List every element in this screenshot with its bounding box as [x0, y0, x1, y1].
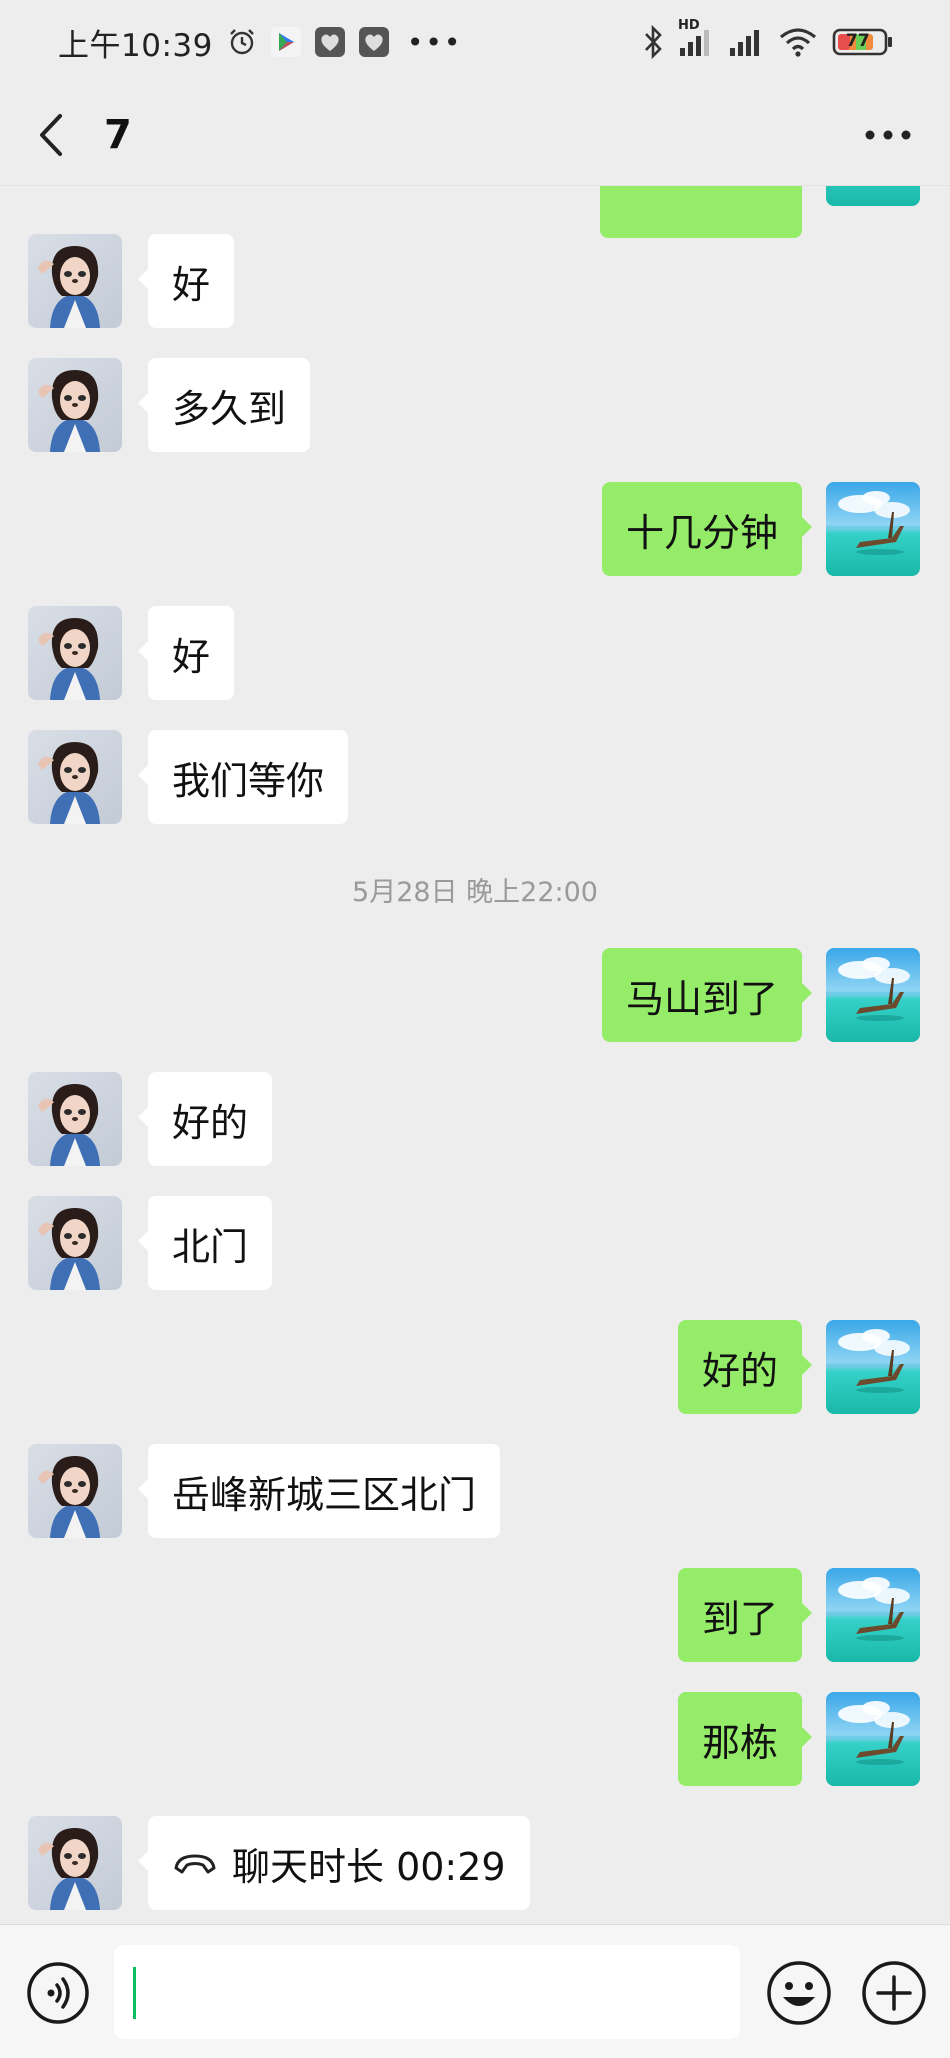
battery-icon: 77 — [832, 27, 894, 57]
message-row: 到了 — [0, 1568, 950, 1664]
wifi-icon — [778, 26, 818, 58]
message-bubble[interactable]: 我们等你 — [137, 730, 349, 824]
message-row: 好的 — [0, 1320, 950, 1416]
more-options-button[interactable] — [860, 115, 916, 155]
message-list[interactable]: 好 多久到 十几分钟 好 我们等你 5月28日 晚上22:00 马山到了 好的 — [0, 186, 950, 1924]
avatar-contact[interactable] — [28, 1816, 122, 1910]
avatar-contact[interactable] — [28, 234, 122, 328]
status-bar: 上午10:39 ••• HD 77 — [0, 0, 950, 84]
message-timestamp: 5月28日 晚上22:00 — [352, 877, 598, 908]
emoji-icon — [767, 1961, 831, 2025]
message-bubble[interactable]: 好 — [137, 606, 235, 700]
voice-icon — [27, 1962, 89, 2024]
avatar-self[interactable] — [826, 948, 920, 1042]
chat-screen: 上午10:39 ••• HD 77 7 好 多久到 十几分钟 好 我们等你 5月… — [0, 0, 950, 2058]
text-cursor — [133, 1967, 136, 2019]
message-row: 好 — [0, 234, 950, 330]
more-horizontal-icon — [865, 130, 911, 139]
battery-level: 77 — [846, 31, 870, 51]
message-row: 好的 — [0, 1072, 950, 1168]
avatar-contact[interactable] — [28, 730, 122, 824]
partial-message-bubble — [600, 186, 802, 238]
app-notification-icon — [314, 27, 345, 57]
message-bubble[interactable]: 好的 — [137, 1072, 273, 1166]
bluetooth-icon — [642, 25, 664, 59]
avatar-self[interactable] — [826, 1320, 920, 1414]
input-bar — [0, 1924, 950, 2058]
message-bubble[interactable]: 多久到 — [137, 358, 311, 452]
avatar-contact[interactable] — [28, 1072, 122, 1166]
chat-title: 7 — [104, 111, 132, 158]
avatar-contact[interactable] — [28, 1196, 122, 1290]
signal-icon — [728, 26, 764, 58]
avatar-contact[interactable] — [28, 358, 122, 452]
more-functions-button[interactable] — [860, 1959, 928, 2027]
message-bubble[interactable]: 马山到了 — [601, 948, 813, 1042]
message-bubble[interactable]: 那栋 — [677, 1692, 813, 1786]
chat-header: 7 — [0, 84, 950, 186]
message-input[interactable] — [114, 1945, 740, 2039]
play-store-icon — [270, 27, 301, 57]
message-bubble[interactable]: 岳峰新城三区北门 — [137, 1444, 501, 1538]
message-row: 北门 — [0, 1196, 950, 1292]
app-notification-icon — [358, 27, 389, 57]
message-bubble[interactable]: 好的 — [677, 1320, 813, 1414]
status-time: 上午10:39 — [58, 27, 213, 64]
avatar-self[interactable] — [826, 482, 920, 576]
back-button[interactable] — [30, 105, 70, 165]
message-row: 好 — [0, 606, 950, 702]
phone-hangup-icon — [172, 1850, 218, 1876]
voice-button[interactable] — [26, 1961, 90, 2025]
plus-icon — [862, 1961, 926, 2025]
chevron-left-icon — [40, 113, 62, 156]
avatar-contact[interactable] — [28, 606, 122, 700]
message-bubble[interactable]: 好 — [137, 234, 235, 328]
message-row: 那栋 — [0, 1692, 950, 1788]
alarm-icon — [227, 27, 257, 57]
avatar-self[interactable] — [826, 186, 920, 206]
message-row: 聊天时长 00:29 — [0, 1816, 950, 1912]
message-row: 我们等你 — [0, 730, 950, 826]
call-record-bubble[interactable]: 聊天时长 00:29 — [138, 1816, 530, 1910]
signal-hd-icon: HD — [678, 18, 714, 58]
hd-label: HD — [678, 18, 700, 33]
avatar-self[interactable] — [826, 1692, 920, 1786]
message-row: 多久到 — [0, 358, 950, 454]
message-bubble[interactable]: 到了 — [677, 1568, 813, 1662]
avatar-self[interactable] — [826, 1568, 920, 1662]
message-row: 十几分钟 — [0, 482, 950, 578]
message-row: 岳峰新城三区北门 — [0, 1444, 950, 1540]
call-duration-text: 聊天时长 00:29 — [232, 1844, 506, 1889]
message-bubble[interactable]: 十几分钟 — [601, 482, 813, 576]
avatar-contact[interactable] — [28, 1444, 122, 1538]
emoji-button[interactable] — [765, 1959, 833, 2027]
more-notifications-icon: ••• — [406, 25, 463, 59]
message-row: 马山到了 — [0, 948, 950, 1044]
message-bubble[interactable]: 北门 — [137, 1196, 273, 1290]
